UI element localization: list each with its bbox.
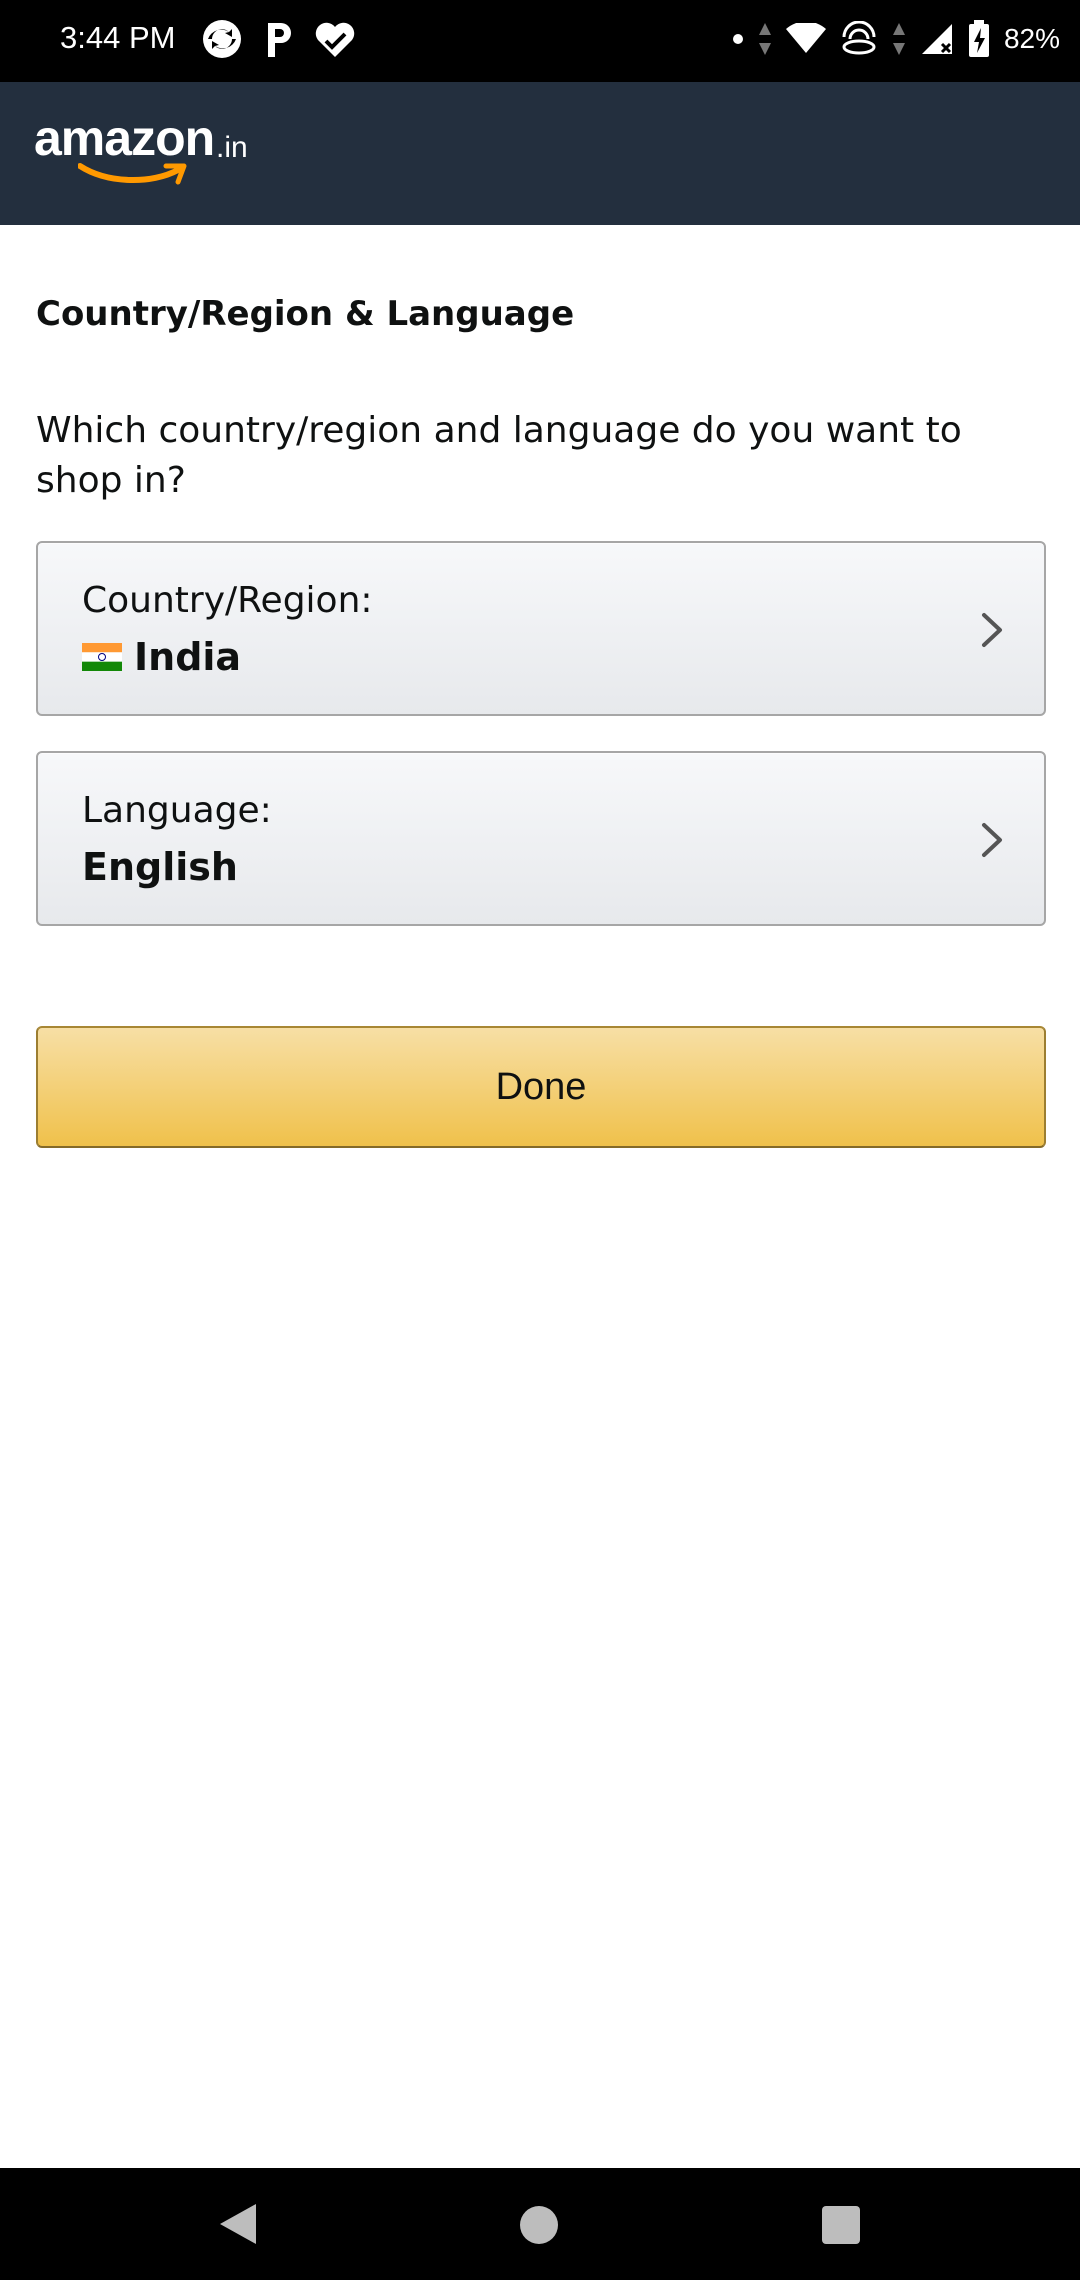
p-app-icon (268, 23, 291, 57)
amazon-logo[interactable]: amazon .in (34, 108, 294, 188)
amazon-smile-icon (78, 163, 187, 185)
heart-check-icon (315, 22, 355, 58)
language-value-row: English (82, 843, 238, 891)
dot-icon (732, 34, 743, 44)
language-value: English (82, 845, 238, 889)
page-question: Which country/region and language do you… (36, 410, 962, 501)
system-nav-bar (0, 2168, 1080, 2280)
status-time: 3:44 PM (60, 20, 176, 55)
chevron-right-icon (982, 613, 1002, 647)
data-arrows-icon (758, 23, 771, 55)
language-selector[interactable]: Language: English (36, 751, 1046, 926)
logo-text: amazon (34, 110, 215, 166)
language-label: Language: (82, 790, 272, 831)
battery-charging-icon (968, 20, 989, 57)
logo-suffix: .in (216, 131, 248, 164)
country-region-selector[interactable]: Country/Region: India (36, 541, 1046, 716)
signal-icon (921, 24, 952, 54)
hotspot-icon (842, 21, 876, 55)
done-button[interactable]: Done (36, 1026, 1046, 1148)
home-icon[interactable] (520, 2206, 558, 2244)
country-region-label: Country/Region: (82, 580, 373, 621)
india-flag-icon (82, 643, 122, 671)
app-header: amazon .in (0, 82, 1080, 225)
battery-percentage: 82% (1003, 23, 1060, 54)
country-region-value-row: India (82, 633, 241, 681)
back-icon[interactable] (218, 2202, 258, 2246)
system-icons: 82% (732, 14, 1060, 64)
chevron-right-icon (982, 823, 1002, 857)
page-title: Country/Region & Language (36, 294, 575, 334)
sync-icon (203, 20, 241, 58)
country-region-value: India (134, 635, 242, 679)
notification-icons (200, 15, 356, 63)
wifi-icon (785, 23, 826, 53)
recents-icon[interactable] (822, 2206, 860, 2244)
status-bar: 3:44 PM 82% (0, 0, 1080, 82)
data-arrows-icon (892, 23, 905, 55)
